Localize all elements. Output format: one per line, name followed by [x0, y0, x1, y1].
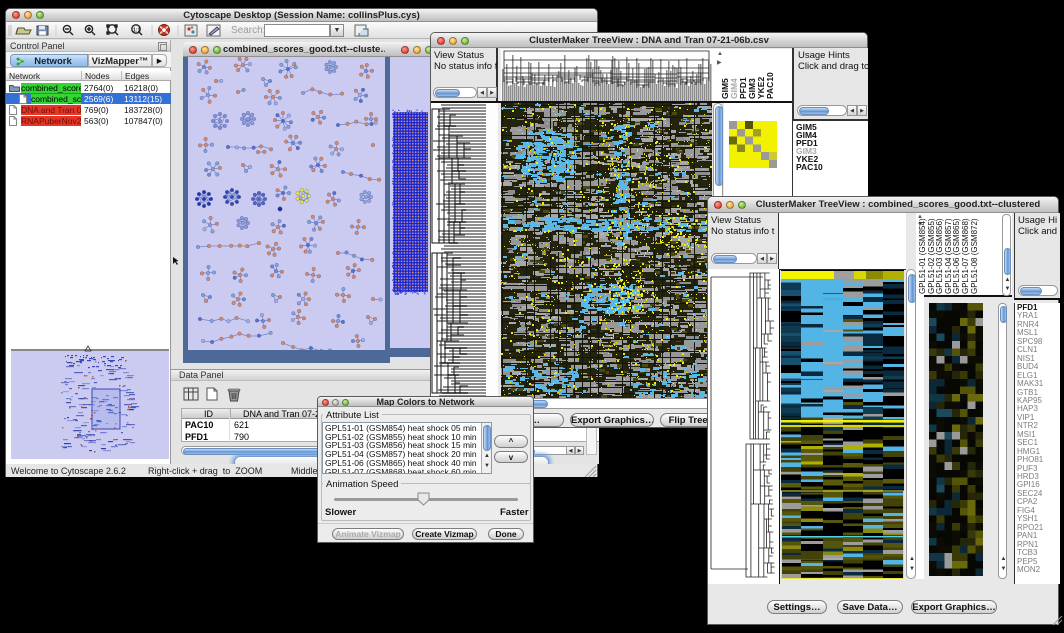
svg-text:1:1: 1:1 — [133, 28, 140, 34]
